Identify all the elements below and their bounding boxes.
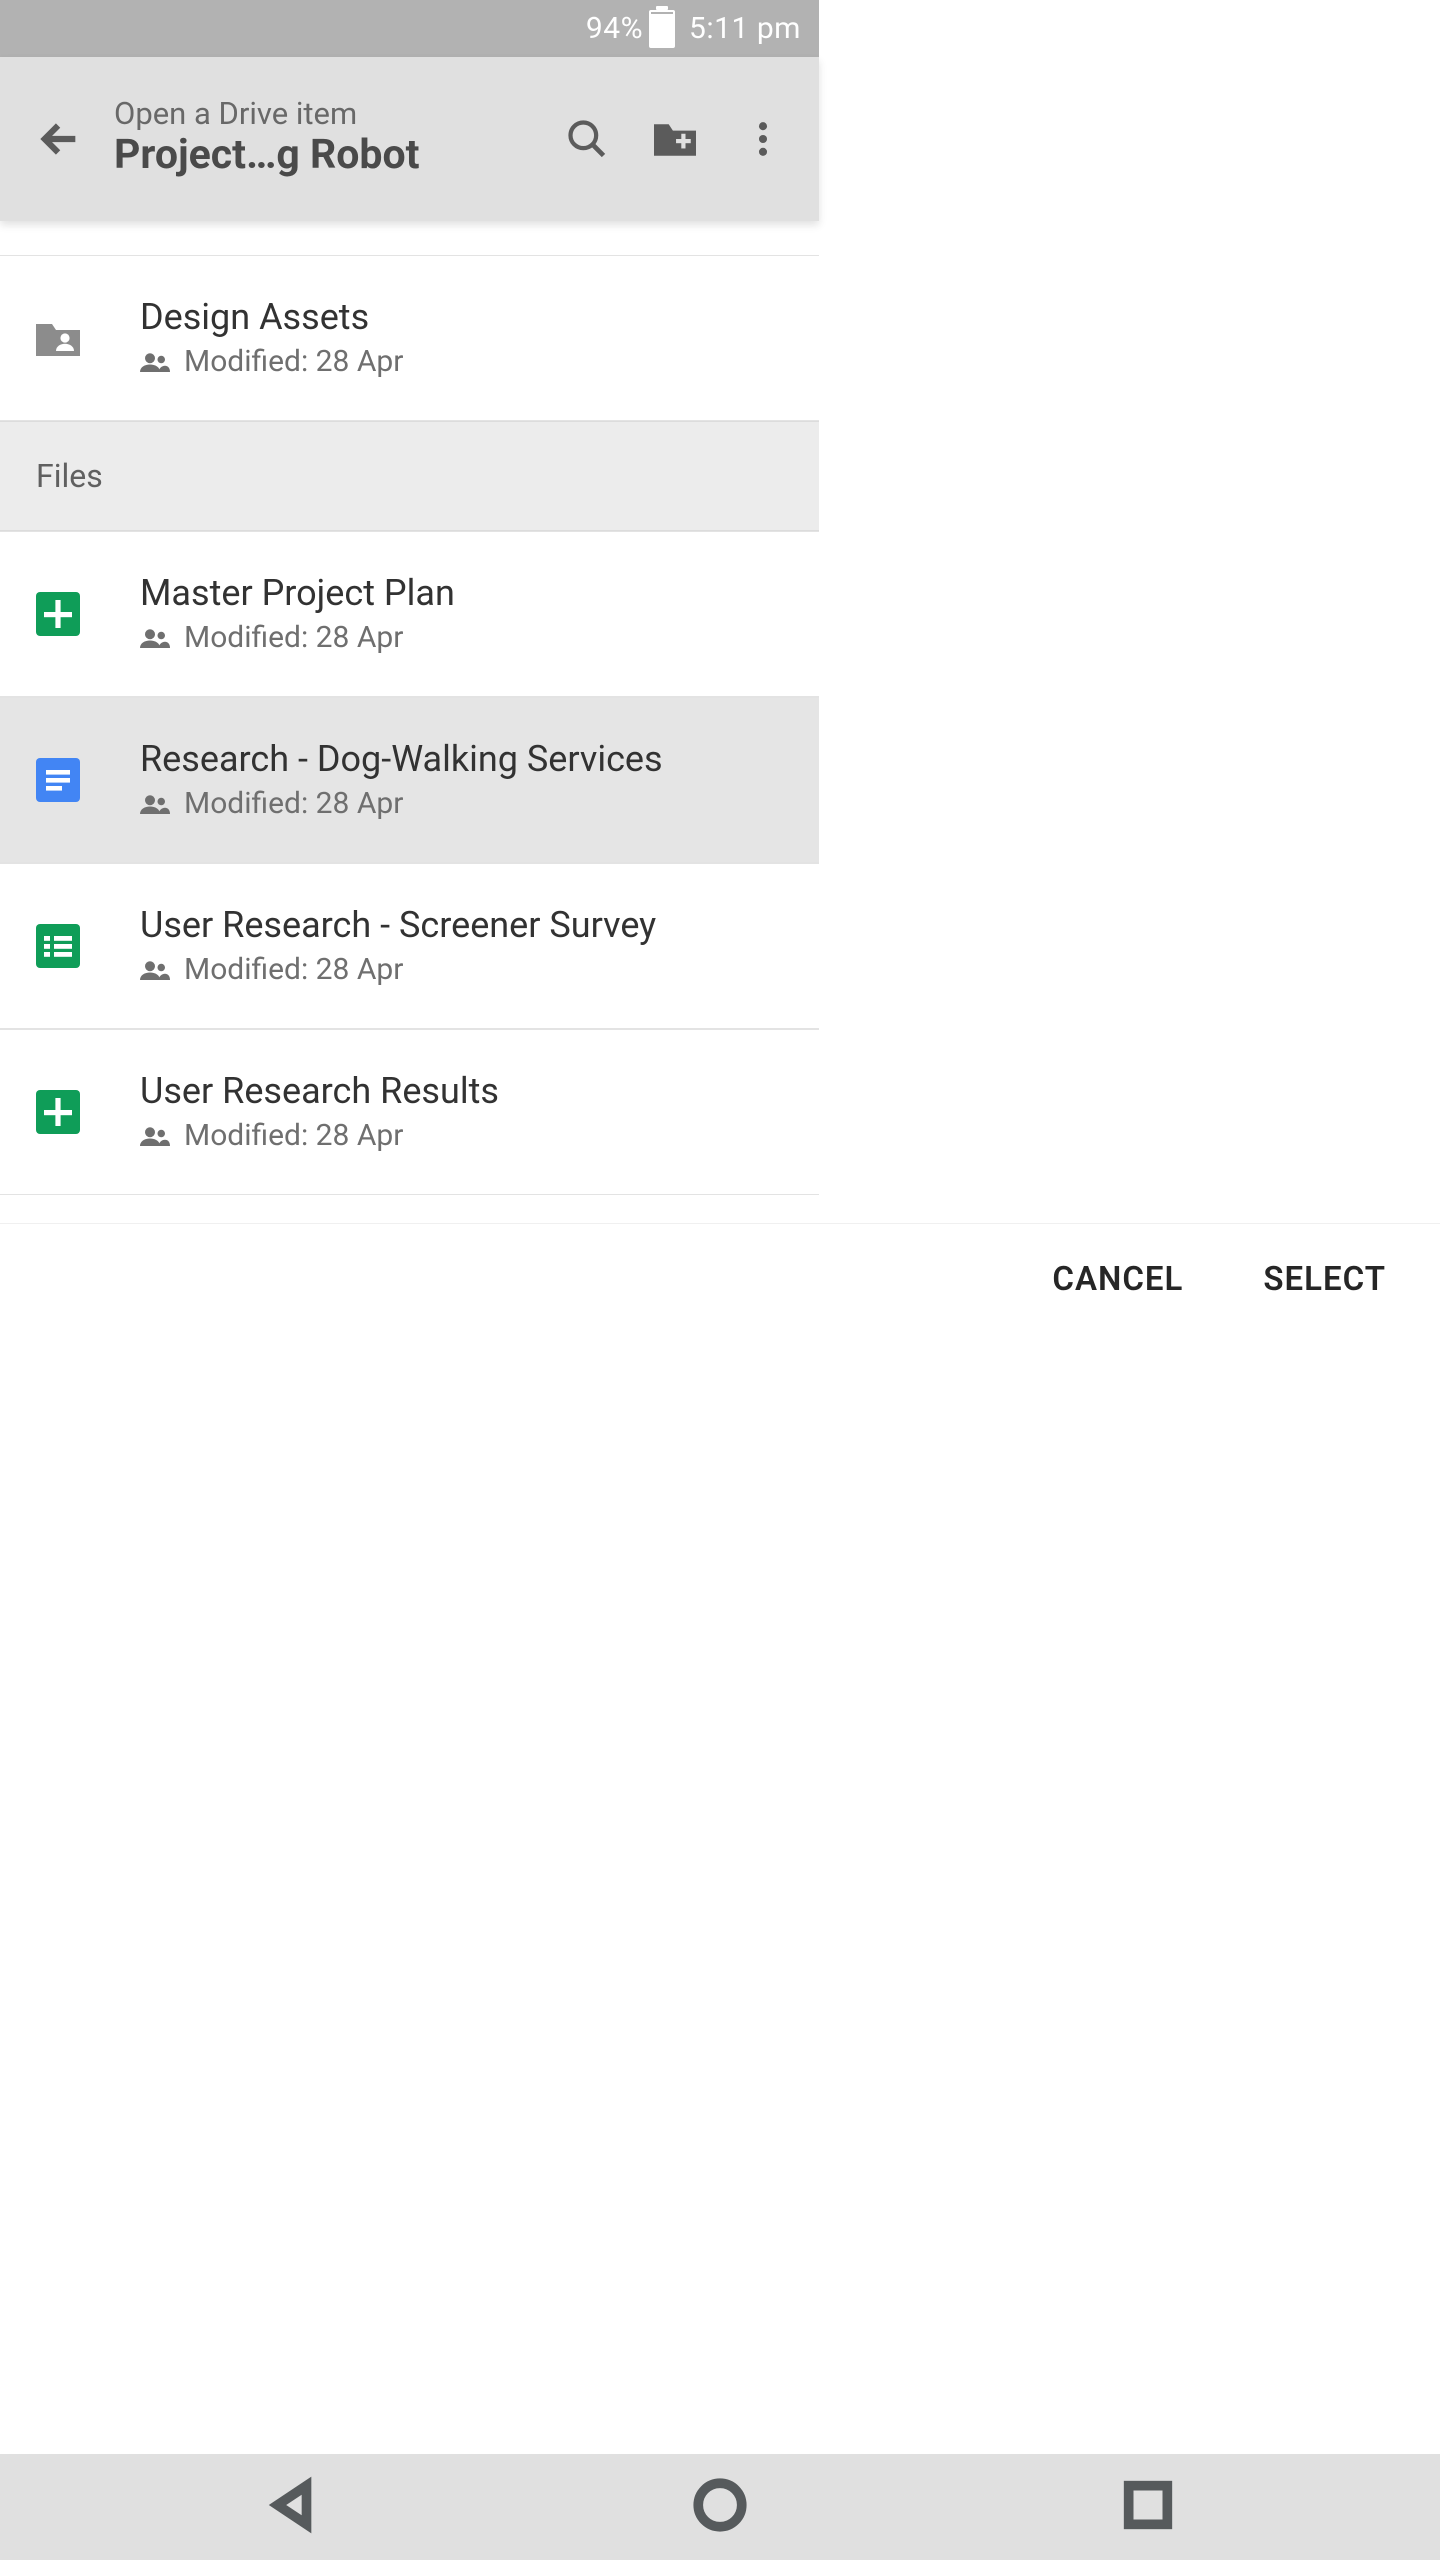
nav-recents-icon: [1119, 2476, 1177, 2534]
shared-icon: [140, 793, 170, 815]
item-name: User Research Results: [140, 1071, 819, 1112]
forms-icon: [32, 920, 84, 972]
shared-icon: [140, 959, 170, 981]
select-button[interactable]: SELECT: [1263, 1260, 1386, 1299]
app-bar: Open a Drive item Project…g Robot: [0, 57, 819, 221]
nav-recents-button[interactable]: [1119, 2476, 1177, 2538]
file-item[interactable]: User Research - Screener Survey Modified…: [0, 863, 819, 1029]
shared-icon: [140, 627, 170, 649]
new-folder-icon: [649, 118, 701, 160]
item-modified: Modified: 28 Apr: [184, 344, 403, 379]
nav-home-button[interactable]: [691, 2476, 749, 2538]
status-bar: 94% 5:11 pm: [0, 0, 819, 57]
picker-footer: CANCEL SELECT: [0, 1223, 1440, 1334]
battery-icon: [649, 10, 675, 48]
folder-item[interactable]: Design Assets Modified: 28 Apr: [0, 255, 819, 421]
nav-back-button[interactable]: [263, 2476, 321, 2538]
folder-shared-icon: [32, 312, 84, 364]
shared-icon: [140, 351, 170, 373]
file-item[interactable]: Research - Dog-Walking Services Modified…: [0, 697, 819, 863]
appbar-title: Project…g Robot: [114, 131, 535, 180]
item-modified: Modified: 28 Apr: [184, 952, 403, 987]
appbar-subtitle: Open a Drive item: [114, 97, 535, 131]
system-nav-bar: [0, 2454, 1440, 2560]
search-button[interactable]: [543, 57, 631, 221]
sheets-icon: [32, 588, 84, 640]
file-item[interactable]: User Research Results Modified: 28 Apr: [0, 1029, 819, 1195]
item-name: Design Assets: [140, 297, 819, 338]
nav-back-icon: [263, 2476, 321, 2534]
docs-icon: [32, 754, 84, 806]
appbar-titles: Open a Drive item Project…g Robot: [110, 97, 543, 180]
more-vert-icon: [741, 117, 785, 161]
item-modified: Modified: 28 Apr: [184, 786, 403, 821]
sheets-icon: [32, 1086, 84, 1138]
more-options-button[interactable]: [719, 57, 807, 221]
arrow-back-icon: [37, 116, 83, 162]
item-name: Research - Dog-Walking Services: [140, 739, 819, 780]
item-name: User Research - Screener Survey: [140, 905, 819, 946]
nav-home-icon: [691, 2476, 749, 2534]
back-button[interactable]: [10, 57, 110, 221]
item-modified: Modified: 28 Apr: [184, 1118, 403, 1153]
cancel-button[interactable]: CANCEL: [1052, 1260, 1183, 1299]
battery-percent: 94%: [586, 11, 643, 46]
item-name: Master Project Plan: [140, 573, 819, 614]
item-modified: Modified: 28 Apr: [184, 620, 403, 655]
list-top-gap: [0, 221, 819, 255]
drive-item-list: Design Assets Modified: 28 Apr Files Mas…: [0, 221, 819, 1195]
shared-icon: [140, 1125, 170, 1147]
files-section-header: Files: [0, 421, 819, 531]
file-item[interactable]: Master Project Plan Modified: 28 Apr: [0, 531, 819, 697]
new-folder-button[interactable]: [631, 57, 719, 221]
status-time: 5:11 pm: [689, 11, 801, 46]
search-icon: [565, 117, 609, 161]
